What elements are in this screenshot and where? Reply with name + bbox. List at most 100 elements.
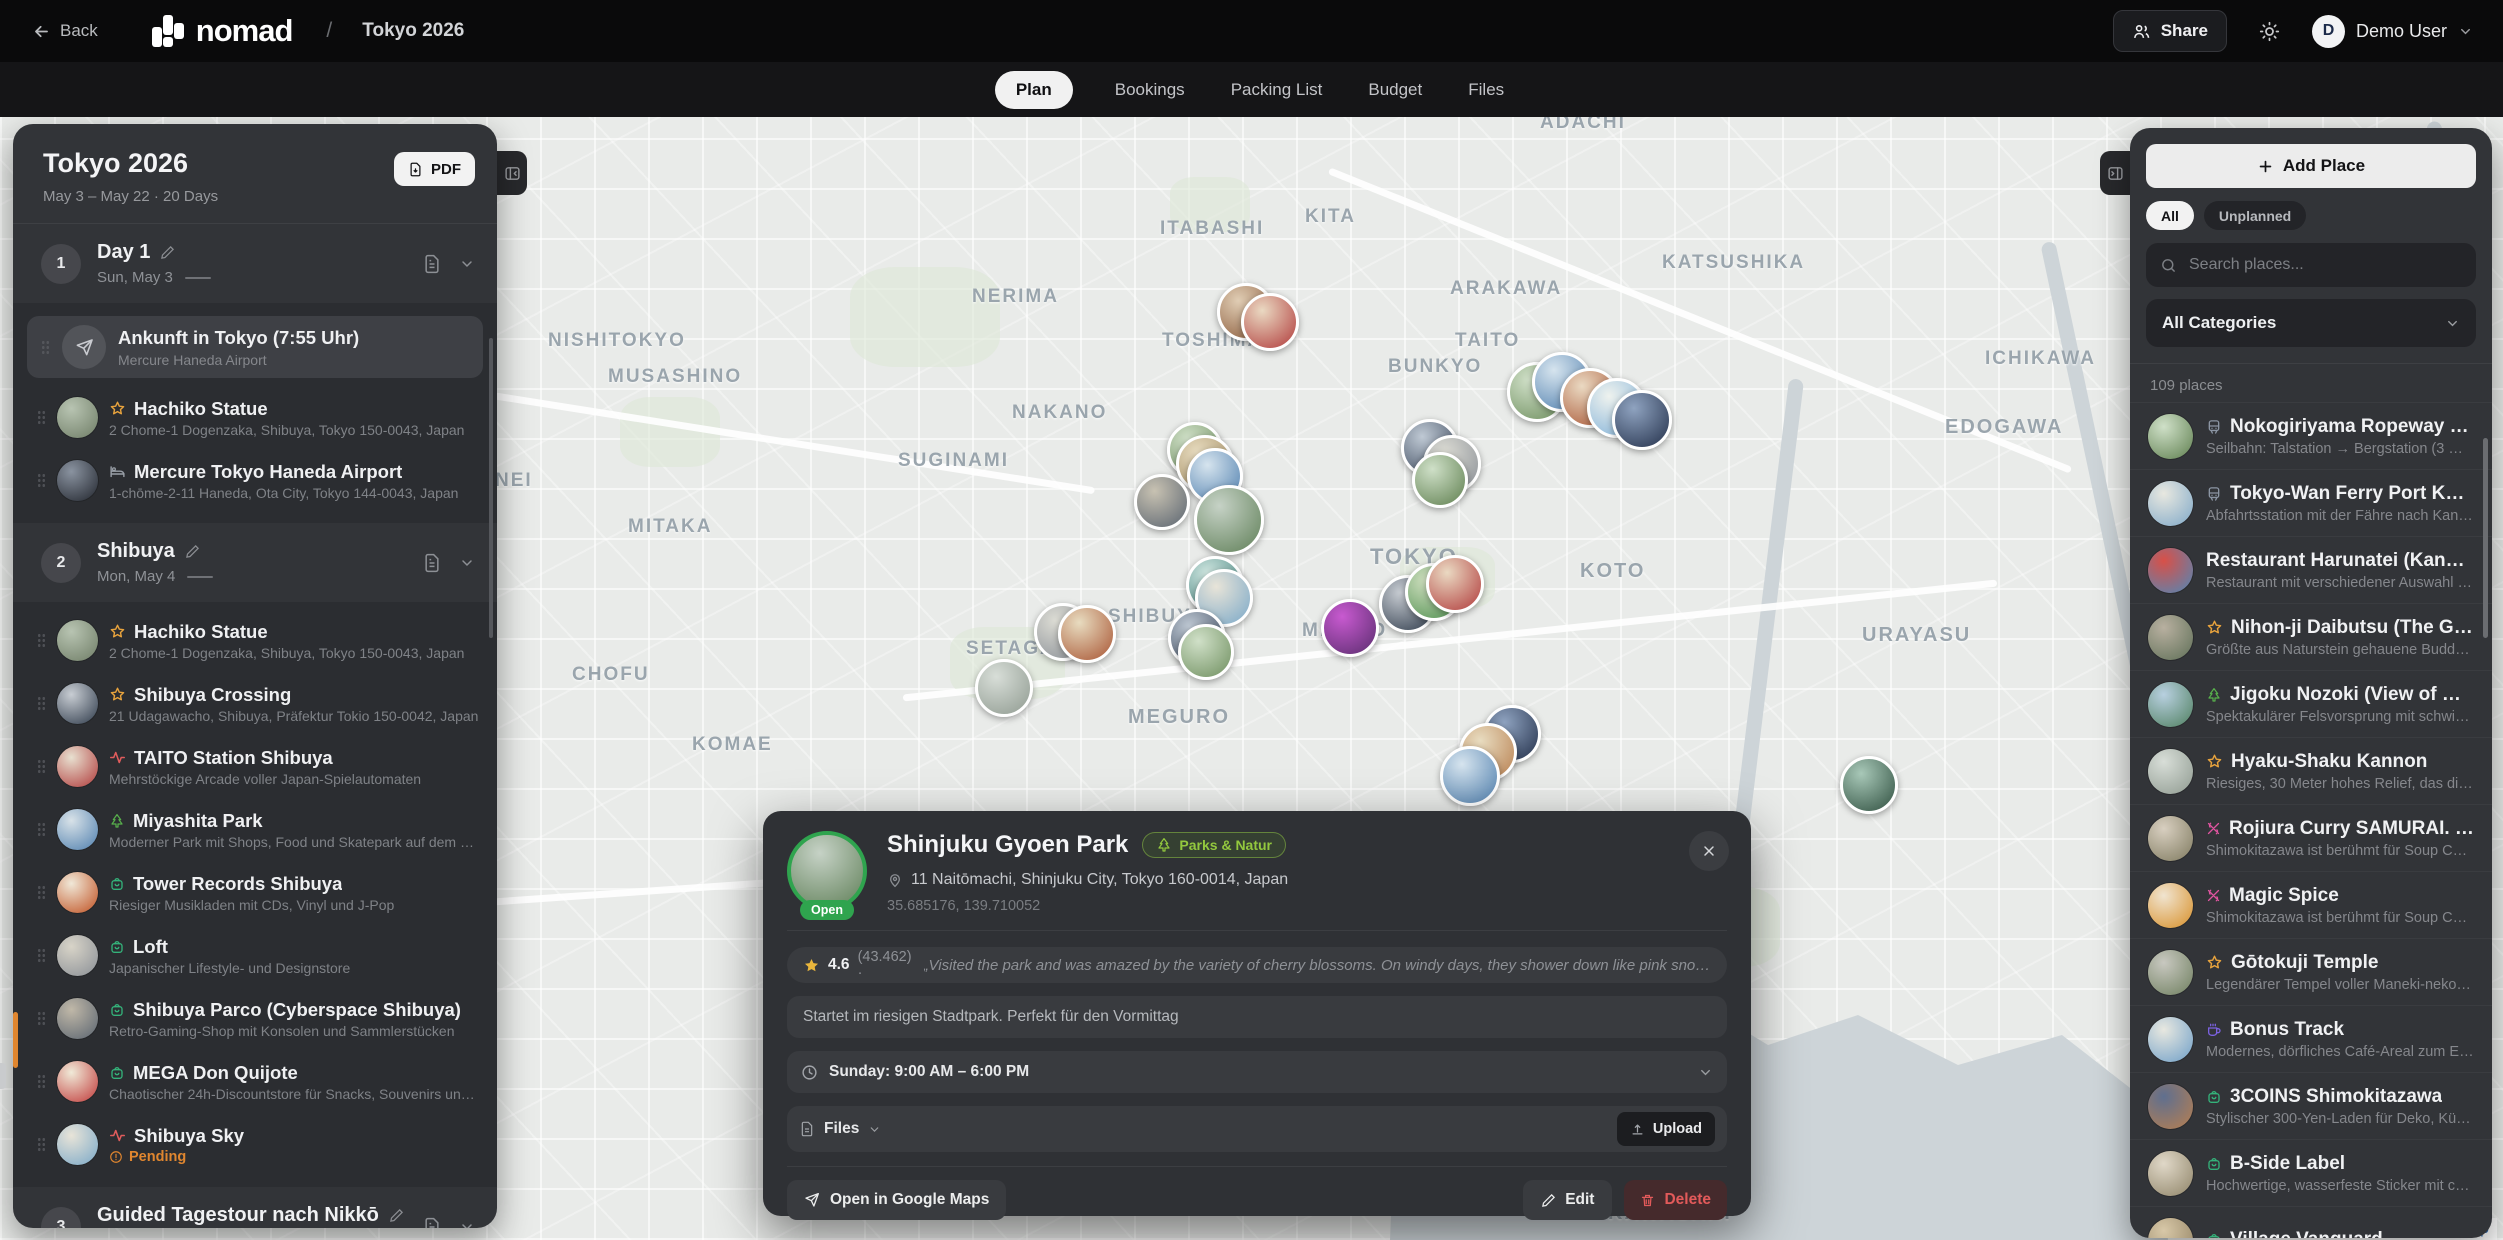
drag-handle-icon[interactable] [37,1011,46,1026]
delete-button[interactable]: Delete [1624,1180,1727,1220]
filter-all[interactable]: All [2146,201,2194,230]
place-list-item[interactable]: Gōtokuji Temple Legendärer Tempel voller… [2130,938,2492,1005]
drag-handle-icon[interactable] [37,822,46,837]
user-menu[interactable]: D Demo User [2312,15,2473,48]
itinerary-place-row[interactable]: Shibuya Sky Pending [13,1113,497,1176]
filter-unplanned[interactable]: Unplanned [2204,201,2306,230]
export-pdf-button[interactable]: PDF [394,152,475,186]
tab-bookings[interactable]: Bookings [1111,71,1189,109]
map-marker[interactable] [1612,390,1672,450]
drag-handle-icon[interactable] [37,759,46,774]
map-marker[interactable] [1194,485,1264,555]
app-logo[interactable]: nomad [150,13,293,49]
place-list-item[interactable]: Magic Spice Shimokitazawa ist berühmt fü… [2130,871,2492,938]
drag-handle-icon[interactable] [37,410,46,425]
chevron-down-icon [868,1123,881,1136]
map-marker[interactable] [1058,605,1116,663]
edit-button[interactable]: Edit [1523,1180,1612,1220]
itinerary-place-row[interactable]: Tower Records Shibuya Riesiger Musiklade… [13,861,497,924]
collapse-left-panel-button[interactable] [497,151,527,195]
itinerary-place-row[interactable]: Hachiko Statue 2 Chome-1 Dogenzaka, Shib… [13,609,497,672]
drag-handle-icon[interactable] [37,696,46,711]
place-list-item[interactable]: Restaurant Harunatei (Kanaya Po... Resta… [2130,536,2492,603]
day-header[interactable]: 1 Day 1 Sun, May 3 [13,224,497,303]
resize-handle[interactable] [0,1063,6,1089]
chevron-down-icon[interactable] [459,555,475,571]
theme-toggle-sun-icon[interactable] [2253,20,2286,43]
scrollbar-thumb[interactable] [2483,438,2488,638]
place-photo [2148,1151,2193,1196]
drag-handle-icon[interactable] [37,633,46,648]
search-input[interactable] [2187,255,2462,275]
edit-day-icon[interactable] [389,1208,404,1223]
note-input[interactable]: Startet im riesigen Stadtpark. Perfekt f… [787,996,1727,1038]
chevron-down-icon[interactable] [459,1219,475,1229]
tab-plan[interactable]: Plan [995,71,1073,109]
opening-hours-row[interactable]: Sunday: 9:00 AM – 6:00 PM [787,1051,1727,1093]
itinerary-place-row[interactable]: Hachiko Statue 2 Chome-1 Dogenzaka, Shib… [13,386,497,449]
drag-handle-icon[interactable] [37,473,46,488]
file-download-icon [408,162,423,177]
tab-files[interactable]: Files [1464,71,1508,109]
filter-pills: All Unplanned [2146,201,2476,230]
close-icon[interactable] [1689,831,1729,871]
place-type-icon [2206,619,2223,636]
upload-button[interactable]: Upload [1617,1112,1715,1146]
map-marker[interactable] [1321,599,1379,657]
place-list-item[interactable]: 3COINS Shimokitazawa Stylischer 300-Yen-… [2130,1072,2492,1139]
map-marker[interactable] [1426,555,1484,613]
drag-handle-icon[interactable] [37,1137,46,1152]
collapse-right-panel-button[interactable] [2100,151,2130,195]
scrollbar-thumb[interactable] [489,338,493,638]
itinerary-place-row[interactable]: Miyashita Park Moderner Park mit Shops, … [13,798,497,861]
map-marker[interactable] [1440,746,1500,806]
map-marker[interactable] [1840,756,1898,814]
map-marker[interactable] [1412,452,1468,508]
drag-handle-icon[interactable] [37,948,46,963]
itinerary-event-card[interactable]: Ankunft in Tokyo (7:55 Uhr) Mercure Hane… [27,316,483,378]
map-marker[interactable] [975,659,1033,717]
tab-packing-list[interactable]: Packing List [1227,71,1327,109]
place-list-item[interactable]: Bonus Track Modernes, dörfliches Café-Ar… [2130,1005,2492,1072]
itinerary-place-row[interactable]: TAITO Station Shibuya Mehrstöckige Arcad… [13,735,497,798]
drag-handle-icon[interactable] [37,885,46,900]
edit-day-icon[interactable] [185,544,200,559]
nomad-logo-icon [150,13,186,49]
itinerary-place-row[interactable]: MEGA Don Quijote Chaotischer 24h-Discoun… [13,1050,497,1113]
day-notes-icon[interactable] [422,254,442,274]
place-list-item[interactable]: B-Side Label Hochwertige, wasserfeste St… [2130,1139,2492,1206]
back-button[interactable]: Back [26,20,104,42]
drag-handle-icon[interactable] [37,1074,46,1089]
itinerary-place-row[interactable]: Shibuya Parco (Cyberspace Shibuya) Retro… [13,987,497,1050]
day-notes-icon[interactable] [422,1217,442,1229]
drag-handle-icon[interactable] [41,340,50,355]
place-list-item[interactable]: Nihon-ji Daibutsu (The Great ... Größte … [2130,603,2492,670]
map-marker[interactable] [1178,624,1234,680]
map-marker[interactable] [1241,293,1299,351]
share-button[interactable]: Share [2113,10,2227,52]
rating-review-bar[interactable]: 4.6 (43.462) · „Visited the park and was… [787,947,1727,983]
place-list-item[interactable]: Tokyo-Wan Ferry Port Kuriha... Abfahrtss… [2130,469,2492,536]
files-row[interactable]: Files Upload [787,1106,1727,1152]
itinerary-place-row[interactable]: Mercure Tokyo Haneda Airport 1-chōme-2-1… [13,449,497,512]
tab-budget[interactable]: Budget [1364,71,1426,109]
day-notes-icon[interactable] [422,553,442,573]
chevron-down-icon[interactable] [459,256,475,272]
add-place-button[interactable]: Add Place [2146,144,2476,188]
itinerary-place-row[interactable]: Loft Japanischer Lifestyle- und Designst… [13,924,497,987]
day-header[interactable]: 2 Shibuya Mon, May 4 [13,523,497,602]
place-list-item[interactable]: Hyaku-Shaku Kannon Riesiges, 30 Meter ho… [2130,737,2492,804]
open-google-maps-button[interactable]: Open in Google Maps [787,1180,1006,1220]
navigation-icon [804,1192,820,1208]
place-list-item[interactable]: Jigoku Nozoki (View of Hell) Spektakulär… [2130,670,2492,737]
place-list-item[interactable]: Village Vanguard [2130,1206,2492,1238]
edit-day-icon[interactable] [160,245,175,260]
place-list-item[interactable]: Nokogiriyama Ropeway Sum... Seilbahn: Ta… [2130,402,2492,469]
map-marker[interactable] [1134,474,1190,530]
category-select[interactable]: All Categories [2146,299,2476,347]
place-list-item[interactable]: Rojiura Curry SAMURAI. Shim... Shimokita… [2130,804,2492,871]
itinerary-place-row[interactable]: Shibuya Crossing 21 Udagawacho, Shibuya,… [13,672,497,735]
place-subtitle: Spektakulärer Felsvorsprung mit schwind.… [2206,709,2474,725]
place-type-icon [2206,1089,2222,1105]
day-header[interactable]: 3 Guided Tagestour nach Nikkō Tue, May 5 [13,1187,497,1228]
